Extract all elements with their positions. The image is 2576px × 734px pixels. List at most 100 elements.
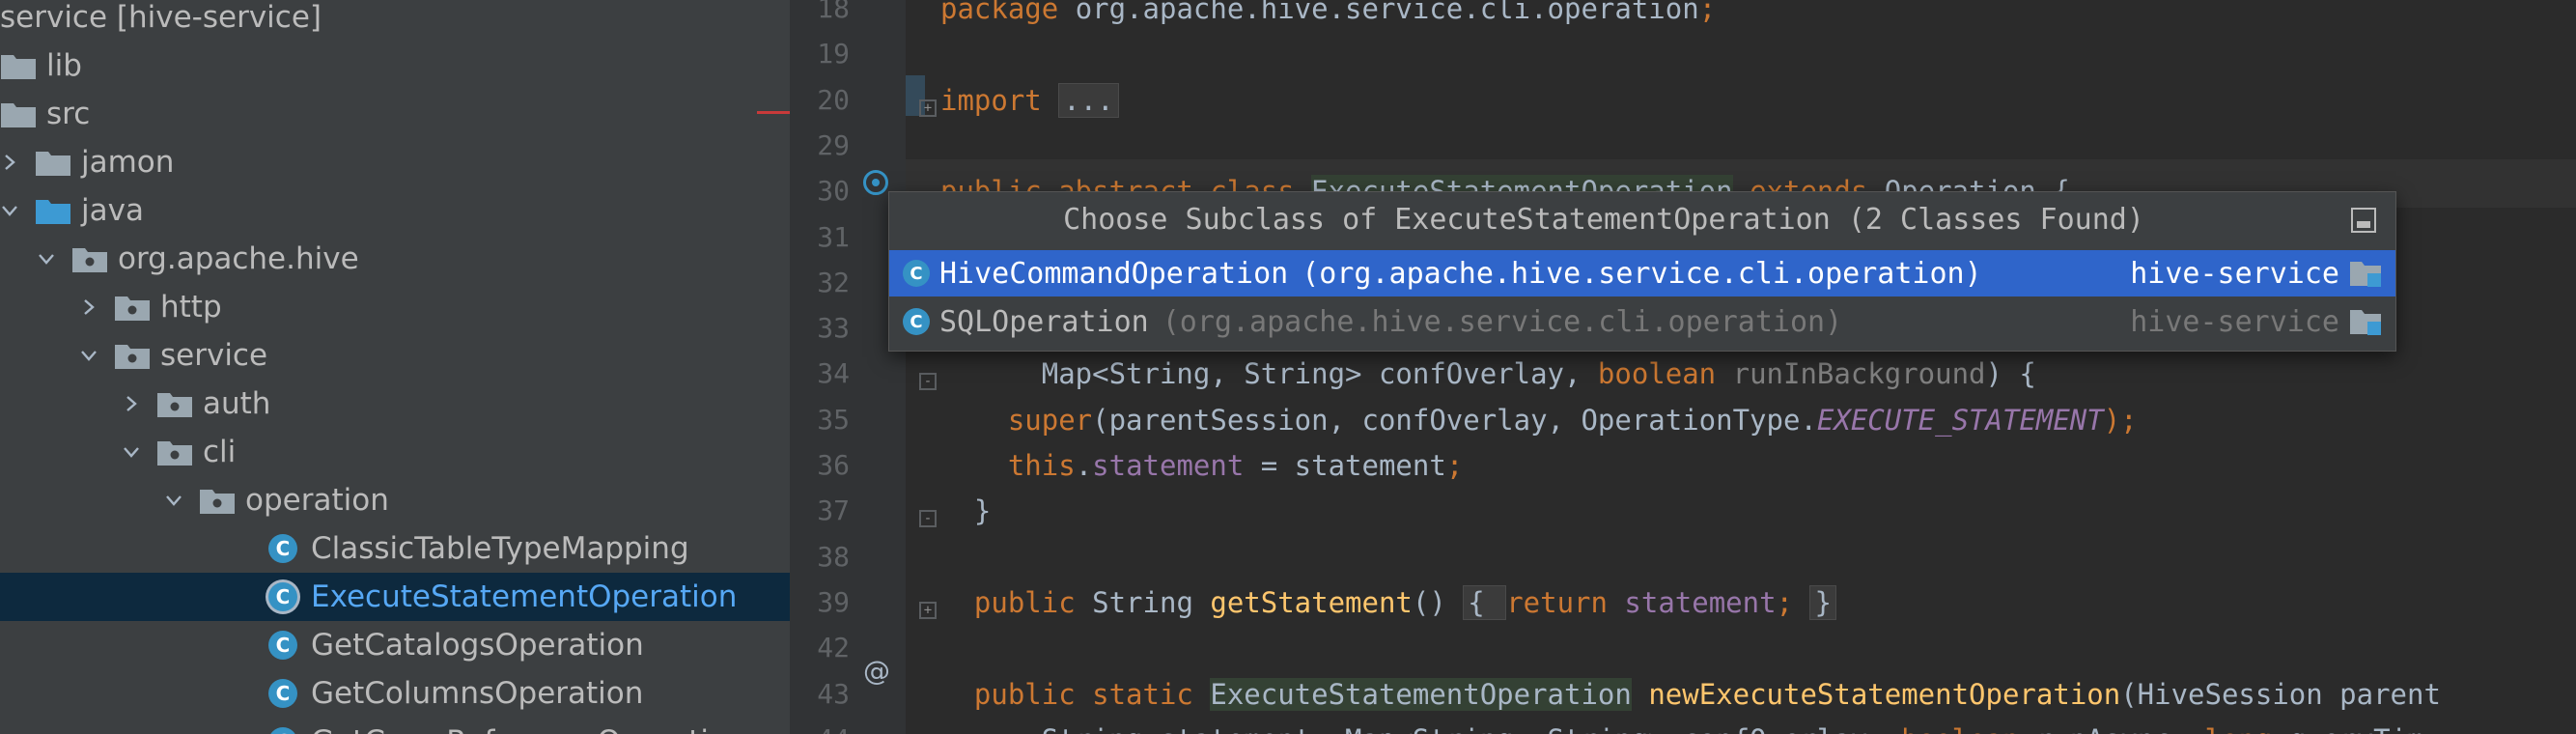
code-token: Map<String, String> confOverlay,	[940, 357, 1598, 391]
line-number: 31	[817, 220, 850, 253]
tree-item-label: ClassicTableTypeMapping	[311, 531, 689, 566]
code-token: = statement	[1244, 449, 1446, 482]
tree-item-label: GetColumnsOperation	[311, 676, 644, 711]
code-token: (parentSession, confOverlay, OperationTy…	[1092, 403, 1817, 437]
tree-item-label: ExecuteStatementOperation	[311, 579, 738, 614]
code-token: }	[940, 494, 992, 528]
code-token: return	[1506, 585, 1625, 619]
tree-item-label: cli	[203, 435, 237, 469]
code-line[interactable]: package org.apache.hive.service.cli.oper…	[940, 0, 1716, 25]
fold-expand-icon[interactable]: +	[919, 601, 937, 619]
line-number: 39	[817, 585, 850, 618]
chevron-right-icon[interactable]	[0, 143, 19, 182]
tree-item-label: org.apache.hive	[118, 241, 359, 276]
fold-expand-icon[interactable]: +	[919, 99, 937, 117]
tree-item-label: service	[160, 338, 268, 373]
code-token: EXECUTE_STATEMENT	[1816, 403, 2104, 437]
package-name: (org.apache.hive.service.cli.operation)	[1162, 304, 1843, 339]
chevron-down-icon[interactable]	[79, 336, 98, 375]
tree-item-label: service [hive-service]	[0, 0, 322, 35]
fold-collapse-icon[interactable]: -	[919, 373, 937, 391]
code-token: ExecuteStatementOperation	[1210, 677, 1632, 711]
line-number: 38	[817, 540, 850, 573]
chevron-right-icon[interactable]	[79, 288, 98, 326]
class-icon: C	[268, 679, 297, 708]
line-number: 32	[817, 266, 850, 298]
code-token: long	[2205, 723, 2289, 734]
chevron-down-icon[interactable]	[122, 433, 141, 471]
code-token: package	[940, 0, 1076, 25]
folder-icon	[0, 99, 37, 128]
code-line[interactable]: }	[940, 494, 991, 527]
tree-item[interactable]: C GetColumnsOperation	[0, 669, 790, 718]
package-name: (org.apache.hive.service.cli.operation)	[1302, 256, 1982, 291]
folder-icon	[0, 51, 37, 80]
tree-item[interactable]: java	[0, 186, 790, 235]
chevron-right-icon[interactable]	[122, 384, 141, 423]
code-token: (HiveSession parent	[2120, 677, 2441, 711]
tree-item[interactable]: src	[0, 90, 790, 138]
tree-item[interactable]: auth	[0, 380, 790, 428]
class-name: HiveCommandOperation	[939, 256, 1289, 291]
project-tree[interactable]: service [hive-service] lib src jamon java org…	[0, 0, 790, 734]
code-line[interactable]: import ...	[940, 82, 1119, 118]
package-icon	[114, 293, 151, 322]
tree-edge-marker	[757, 111, 790, 114]
package-icon	[156, 389, 193, 418]
class-icon: C	[268, 582, 297, 611]
tree-item[interactable]: service	[0, 331, 790, 380]
tree-item[interactable]: jamon	[0, 138, 790, 186]
code-token: ) {	[1985, 357, 2036, 391]
code-token: public	[940, 585, 1093, 619]
subclass-option[interactable]: C SQLOperation (org.apache.hive.service.cl…	[889, 298, 2395, 345]
code-line[interactable]: this.statement = statement;	[940, 449, 1463, 482]
code-token: runInBackground	[1732, 357, 1986, 391]
code-token: queryTim	[2289, 723, 2424, 734]
tree-item-label: GetCatalogsOperation	[311, 628, 644, 663]
code-token: statement	[1092, 449, 1245, 482]
annotation-icon[interactable]: @	[863, 655, 890, 687]
line-number: 35	[817, 403, 850, 436]
chevron-down-icon[interactable]	[0, 191, 19, 230]
subclass-option[interactable]: C HiveCommandOperation (org.apache.hive.se…	[889, 250, 2395, 296]
tree-item[interactable]: C ClassicTableTypeMapping	[0, 524, 790, 573]
tree-item[interactable]: org.apache.hive	[0, 235, 790, 283]
class-icon: C	[903, 260, 930, 287]
implemented-icon[interactable]	[863, 170, 888, 195]
tree-item-label: auth	[203, 386, 271, 421]
package-icon	[114, 341, 151, 370]
choose-subclass-popup[interactable]: Choose Subclass of ExecuteStatementOpera…	[888, 191, 2396, 352]
tree-item[interactable]: operation	[0, 476, 790, 524]
code-line[interactable]: public String getStatement() { return st…	[940, 584, 1836, 620]
package-icon	[199, 486, 236, 515]
chevron-down-icon[interactable]	[37, 240, 56, 278]
line-number: 30	[817, 175, 850, 208]
code-line[interactable]: String statement, Map<String, String> co…	[940, 723, 2424, 734]
code-token: String statement, Map<String, String> co…	[940, 723, 1901, 734]
line-number: 33	[817, 312, 850, 345]
tree-item[interactable]: cli	[0, 428, 790, 476]
tree-item[interactable]: lib	[0, 42, 790, 90]
tree-item[interactable]: C GetCatalogsOperation	[0, 621, 790, 669]
tree-item[interactable]: service [hive-service]	[0, 0, 790, 42]
tree-item[interactable]: http	[0, 283, 790, 331]
code-editor[interactable]: 18 19 20 29 30 31 32 33 34 35 36 37 38 39 42 43 44 @ pac…	[790, 0, 2576, 734]
code-line[interactable]: super(parentSession, confOverlay, Operat…	[940, 404, 2138, 437]
code-token: this	[940, 449, 1076, 482]
fold-collapse-icon[interactable]: -	[919, 510, 937, 528]
code-token: newExecuteStatementOperation	[1648, 677, 2121, 711]
class-icon: C	[268, 727, 297, 734]
code-line[interactable]: Map<String, String> confOverlay, boolean…	[940, 357, 2036, 390]
tree-item-label: java	[81, 193, 144, 228]
tree-item[interactable]: C ExecuteStatementOperation	[0, 573, 790, 621]
tree-item-label: jamon	[81, 145, 175, 180]
line-number: 20	[817, 83, 850, 116]
package-icon	[156, 438, 193, 466]
module-icon	[2349, 307, 2382, 336]
chevron-down-icon[interactable]	[164, 481, 183, 520]
pin-icon[interactable]	[2351, 208, 2376, 233]
code-line[interactable]: public static ExecuteStatementOperation …	[940, 677, 2441, 711]
tree-item-label: src	[46, 97, 91, 131]
tree-item[interactable]: C GetCrossReferenceOperation	[0, 718, 790, 734]
